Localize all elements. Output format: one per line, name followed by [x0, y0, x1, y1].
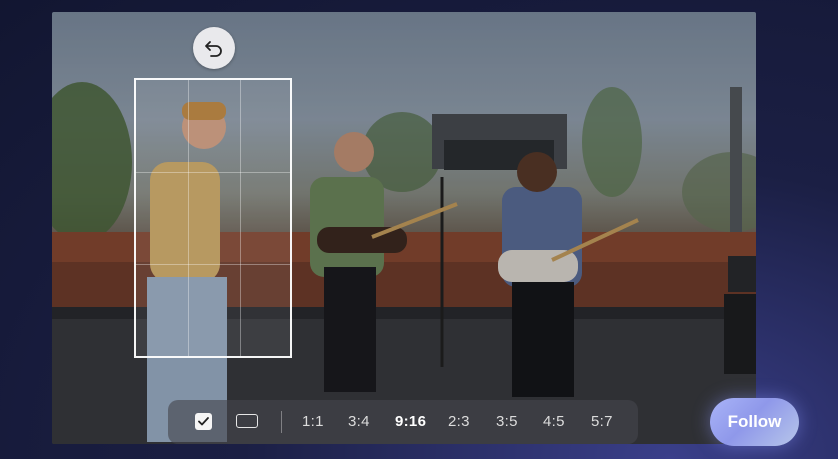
ratio-option-3-5[interactable]: 3:5	[496, 413, 518, 430]
crop-gridline	[188, 80, 189, 356]
ratio-option-3-4[interactable]: 3:4	[348, 413, 370, 430]
ratio-option-9-16[interactable]: 9:16	[395, 413, 426, 430]
undo-button[interactable]	[193, 27, 235, 69]
ratio-option-4-5[interactable]: 4:5	[543, 413, 565, 430]
crop-gridline	[136, 264, 290, 265]
crop-ratio-toolbar: 1:1 3:4 9:16 2:3 3:5 4:5 5:7	[168, 400, 638, 444]
ratio-option-1-1[interactable]: 1:1	[302, 413, 324, 430]
rectangle-frame-icon[interactable]	[236, 414, 258, 428]
check-box-icon[interactable]	[195, 413, 212, 430]
follow-button[interactable]: Follow	[710, 398, 799, 446]
ratio-option-5-7[interactable]: 5:7	[591, 413, 613, 430]
crop-gridline	[240, 80, 241, 356]
undo-arrow-icon	[205, 41, 222, 57]
crop-selection-box[interactable]	[134, 78, 292, 358]
toolbar-divider	[281, 411, 282, 433]
ratio-option-2-3[interactable]: 2:3	[448, 413, 470, 430]
crop-gridline	[136, 172, 290, 173]
